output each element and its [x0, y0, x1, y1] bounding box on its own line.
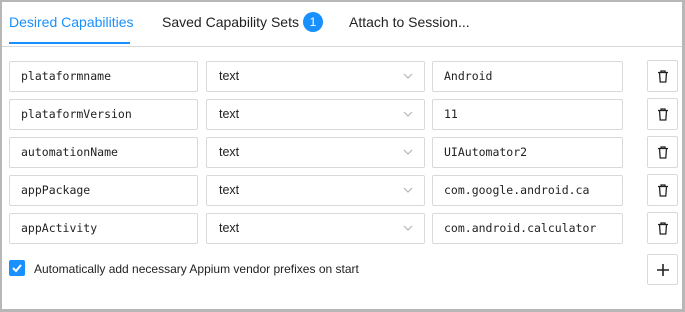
- capability-value-input[interactable]: com.android.calculator: [432, 213, 623, 244]
- delete-capability-button[interactable]: [647, 136, 678, 168]
- chevron-down-icon: [403, 225, 413, 231]
- delete-capability-button[interactable]: [647, 212, 678, 244]
- capability-type-value: text: [219, 69, 240, 83]
- tab-saved-capability-sets[interactable]: Saved Capability Sets 1: [162, 12, 323, 42]
- trash-icon: [657, 107, 668, 121]
- chevron-down-icon: [403, 111, 413, 117]
- capability-row: appPackage text com.google.android.ca: [2, 174, 682, 207]
- capability-type-value: text: [219, 145, 240, 159]
- auto-prefix-label: Automatically add necessary Appium vendo…: [34, 262, 359, 276]
- capability-type-select[interactable]: text: [206, 213, 425, 244]
- capability-row: automationName text UIAutomator2: [2, 136, 682, 169]
- tab-label: Desired Capabilities: [9, 14, 134, 30]
- trash-icon: [657, 145, 668, 159]
- capability-name-input[interactable]: plataformVersion: [9, 99, 198, 130]
- tab-label: Saved Capability Sets: [162, 14, 299, 30]
- plus-icon: [656, 263, 669, 276]
- delete-capability-button[interactable]: [647, 174, 678, 206]
- tab-label: Attach to Session...: [349, 14, 470, 30]
- capability-row: plataformname text Android: [2, 60, 682, 93]
- active-tab-indicator: [9, 42, 130, 44]
- trash-icon: [657, 183, 668, 197]
- trash-icon: [657, 69, 668, 83]
- delete-capability-button[interactable]: [647, 98, 678, 130]
- add-capability-button[interactable]: [647, 254, 678, 285]
- tab-desired-capabilities[interactable]: Desired Capabilities: [9, 12, 134, 42]
- capability-type-select[interactable]: text: [206, 175, 425, 206]
- capabilities-panel: Desired Capabilities Saved Capability Se…: [0, 0, 685, 312]
- delete-capability-button[interactable]: [647, 60, 678, 92]
- capability-type-value: text: [219, 107, 240, 121]
- trash-icon: [657, 221, 668, 235]
- saved-count-badge: 1: [302, 12, 323, 32]
- capability-value-input[interactable]: 11: [432, 99, 623, 130]
- capability-row: plataformVersion text 11: [2, 98, 682, 131]
- capability-name-input[interactable]: appActivity: [9, 213, 198, 244]
- check-icon: [12, 264, 22, 273]
- capability-value-input[interactable]: UIAutomator2: [432, 137, 623, 168]
- capability-type-select[interactable]: text: [206, 137, 425, 168]
- chevron-down-icon: [403, 187, 413, 193]
- capability-value-input[interactable]: Android: [432, 61, 623, 92]
- tab-attach-to-session[interactable]: Attach to Session...: [349, 12, 470, 42]
- capability-row: appActivity text com.android.calculator: [2, 212, 682, 245]
- capability-name-input[interactable]: plataformname: [9, 61, 198, 92]
- capability-type-value: text: [219, 183, 240, 197]
- capability-name-input[interactable]: automationName: [9, 137, 198, 168]
- capability-type-select[interactable]: text: [206, 61, 425, 92]
- auto-prefix-checkbox[interactable]: [9, 260, 25, 276]
- capability-type-select[interactable]: text: [206, 99, 425, 130]
- chevron-down-icon: [403, 149, 413, 155]
- capability-name-input[interactable]: appPackage: [9, 175, 198, 206]
- capability-type-value: text: [219, 221, 240, 235]
- capability-value-input[interactable]: com.google.android.ca: [432, 175, 623, 206]
- chevron-down-icon: [403, 73, 413, 79]
- tab-bar: Desired Capabilities Saved Capability Se…: [2, 2, 682, 47]
